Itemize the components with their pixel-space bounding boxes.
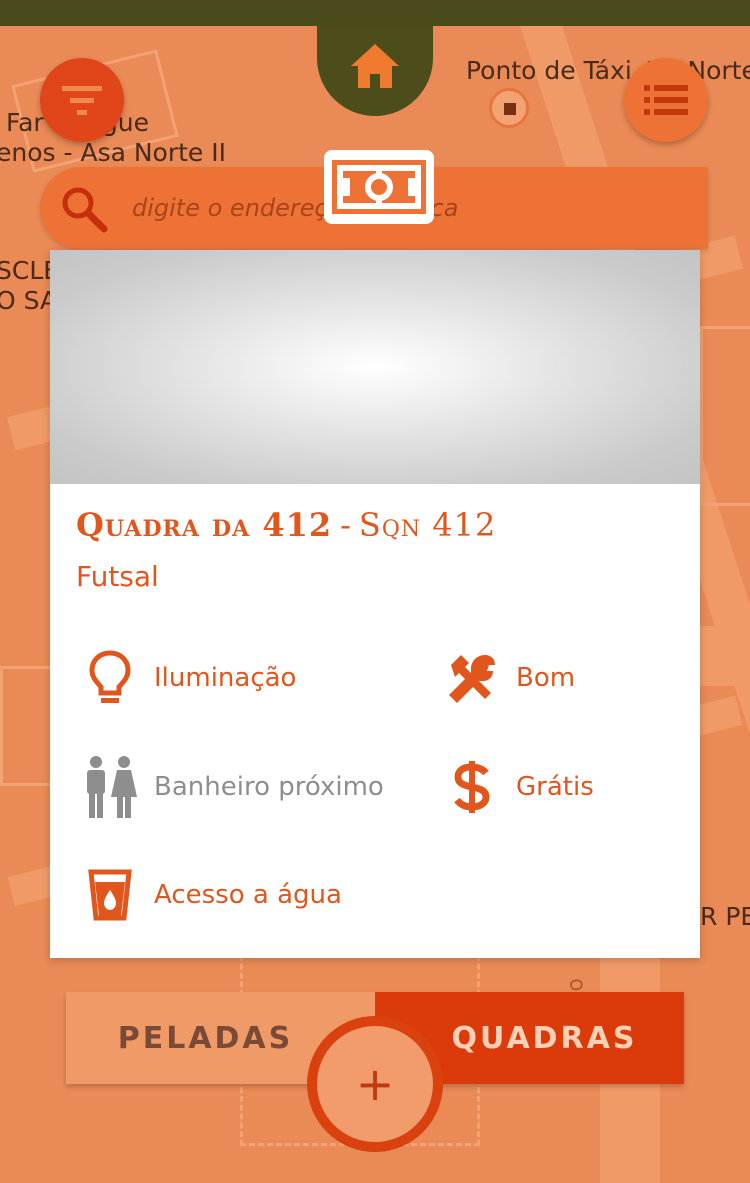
feature-condition: Bom — [442, 643, 575, 713]
dollar-icon — [454, 761, 490, 813]
court-sport: Futsal — [76, 560, 159, 593]
map-label-edge: R PE — [700, 902, 750, 931]
lightbulb-icon — [89, 650, 131, 703]
feature-lighting-label: Iluminação — [154, 663, 297, 693]
filter-button[interactable] — [40, 58, 124, 142]
status-bar — [0, 0, 750, 26]
court-detail-card[interactable]: Quadra da 412- Sqn 412 Futsal Iluminação … — [50, 250, 700, 958]
home-icon — [351, 44, 399, 88]
feature-water: Acesso a água — [80, 860, 342, 930]
map-label-place-2: enos - Asa Norte II — [0, 138, 227, 167]
feature-restroom: Banheiro próximo — [80, 752, 384, 822]
restroom-icon — [87, 756, 137, 818]
feature-restroom-label: Banheiro próximo — [154, 772, 384, 802]
feature-lighting: Iluminação — [80, 643, 296, 713]
feature-condition-label: Bom — [516, 663, 576, 693]
filter-icon — [62, 86, 102, 115]
search-icon[interactable] — [58, 183, 110, 235]
map-block — [700, 326, 750, 506]
list-button[interactable] — [624, 58, 708, 142]
court-name: Quadra da 412 — [76, 506, 333, 544]
soccer-field-icon — [332, 160, 426, 214]
add-button[interactable]: + — [307, 1016, 443, 1152]
court-title: Quadra da 412- Sqn 412 — [76, 506, 676, 544]
list-icon — [644, 85, 688, 115]
feature-price: Grátis — [442, 752, 594, 822]
feature-water-label: Acesso a água — [154, 880, 342, 910]
water-cup-icon — [88, 869, 132, 921]
court-photo-placeholder — [50, 250, 700, 484]
map-label-edge: O SA — [0, 286, 58, 315]
plus-icon: + — [317, 1026, 433, 1142]
feature-price-label: Grátis — [516, 772, 594, 802]
tools-icon — [449, 655, 495, 703]
soccer-field-logo — [324, 150, 434, 224]
court-address: Sqn 412 — [358, 506, 497, 544]
map-label-taxi: Ponto de Táxi 4 1 Norte — [466, 56, 750, 85]
map-marker[interactable] — [489, 88, 529, 128]
title-separator: - — [340, 506, 351, 544]
